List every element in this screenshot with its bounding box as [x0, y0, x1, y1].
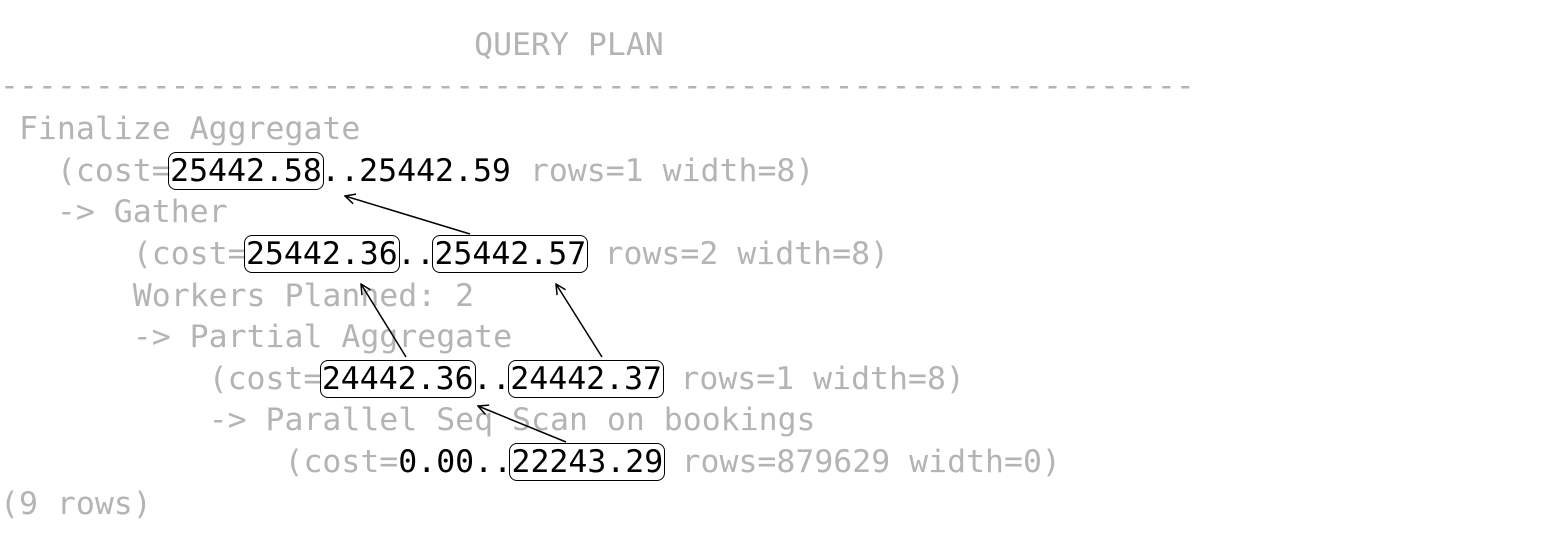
query-plan-title: QUERY PLAN	[474, 27, 664, 63]
partial-startup-cost: 24442.36	[319, 360, 476, 398]
gather-cost-row: (cost=25442.36..25442.57 rows=2 width=8)	[0, 234, 889, 274]
gather-cost-prefix: (cost=	[132, 236, 247, 272]
finalize-dots: ..	[321, 153, 360, 189]
query-plan-output: QUERY PLAN -----------------------------…	[0, 0, 1564, 544]
finalize-node-row: Finalize Aggregate	[0, 109, 360, 149]
scan-rows: rows=879629	[681, 444, 891, 480]
gather-node-label: -> Gather	[56, 194, 228, 230]
finalize-cost-prefix: (cost=	[56, 153, 171, 189]
scan-dots: ..	[474, 444, 513, 480]
header-separator: ----------------------------------------…	[0, 68, 1195, 104]
gather-node-row: -> Gather	[0, 192, 228, 232]
partial-total-cost: 24442.37	[508, 360, 665, 398]
query-plan-header-row: QUERY PLAN	[0, 25, 664, 65]
row-count-footer: (9 rows)	[0, 486, 152, 522]
finalize-rows: rows=1	[529, 153, 644, 189]
scan-node-row: -> Parallel Seq Scan on bookings	[0, 400, 816, 440]
scan-startup-cost: 0.00	[398, 444, 475, 480]
scan-width: width=0)	[909, 444, 1061, 480]
workers-planned-row: Workers Planned: 2	[0, 276, 474, 316]
gather-startup-cost: 25442.36	[243, 235, 400, 273]
scan-node-label: -> Parallel Seq Scan on bookings	[208, 402, 816, 438]
finalize-width: width=8)	[662, 153, 815, 189]
finalize-startup-cost: 25442.58	[168, 152, 324, 190]
scan-total-cost: 22243.29	[509, 443, 666, 481]
partial-rows: rows=1	[680, 361, 795, 397]
scan-cost-prefix: (cost=	[284, 444, 399, 480]
partial-node-label: -> Partial Aggregate	[132, 319, 513, 355]
partial-dots: ..	[472, 361, 511, 397]
gather-total-cost: 25442.57	[432, 235, 589, 273]
gather-width: width=8)	[737, 236, 890, 272]
partial-cost-prefix: (cost=	[208, 361, 323, 397]
gather-dots: ..	[397, 236, 436, 272]
partial-cost-row: (cost=24442.36..24442.37 rows=1 width=8)	[0, 359, 965, 399]
finalize-total-cost: 25442.59	[359, 153, 511, 189]
partial-node-row: -> Partial Aggregate	[0, 317, 512, 357]
workers-planned-label: Workers Planned: 2	[132, 278, 475, 314]
gather-rows: rows=2	[604, 236, 719, 272]
partial-width: width=8)	[813, 361, 965, 397]
finalize-node-label: Finalize Aggregate	[18, 111, 361, 147]
scan-cost-row: (cost=0.00..22243.29 rows=879629 width=0…	[0, 442, 1061, 482]
finalize-cost-row: (cost=25442.58..25442.59 rows=1 width=8)	[0, 151, 814, 191]
